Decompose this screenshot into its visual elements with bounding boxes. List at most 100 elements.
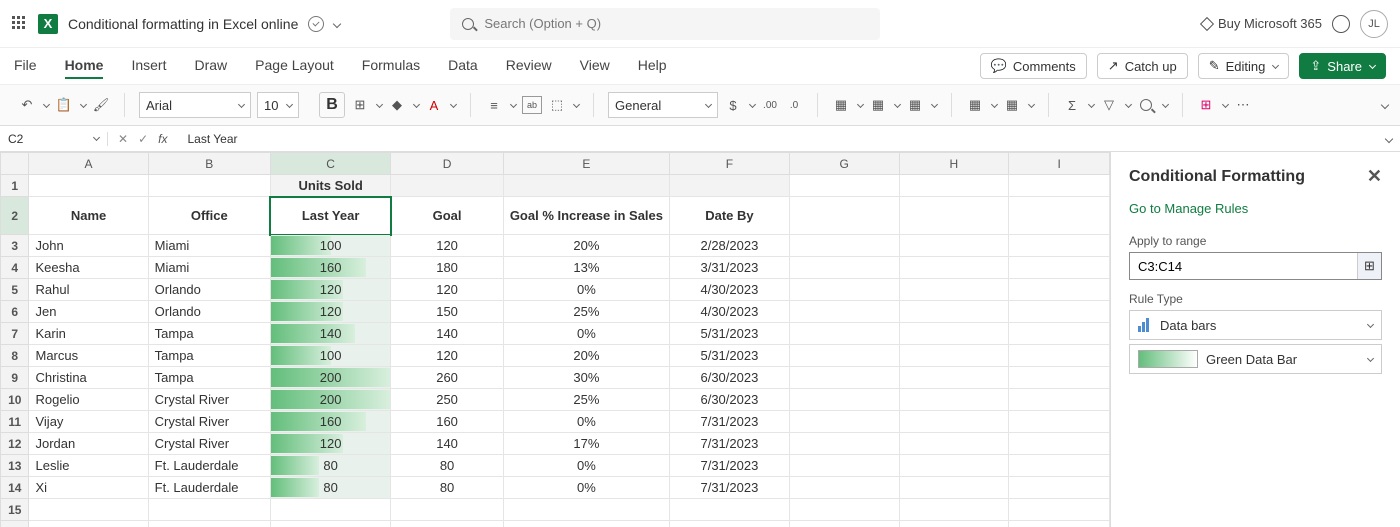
cell-F12[interactable]: 7/31/2023 xyxy=(670,433,790,455)
cell-E5[interactable]: 0% xyxy=(503,279,669,301)
cell-A6[interactable]: Jen xyxy=(29,301,148,323)
cell-B4[interactable]: Miami xyxy=(148,257,270,279)
cell-A2[interactable]: Name xyxy=(29,197,148,235)
cell-A7[interactable]: Karin xyxy=(29,323,148,345)
cell-B6[interactable]: Orlando xyxy=(148,301,270,323)
cell-E6[interactable]: 25% xyxy=(503,301,669,323)
cell-F13[interactable]: 7/31/2023 xyxy=(670,455,790,477)
cell-D13[interactable]: 80 xyxy=(391,455,503,477)
cell-B9[interactable]: Tampa xyxy=(148,367,270,389)
close-pane-icon[interactable]: ✕ xyxy=(1367,166,1382,187)
formula-bar[interactable]: Last Year xyxy=(177,132,1386,146)
cell-D2[interactable]: Goal xyxy=(391,197,503,235)
undo-icon[interactable]: ↶ xyxy=(18,96,36,114)
row-header-2[interactable]: 2 xyxy=(1,197,29,235)
cell-F9[interactable]: 6/30/2023 xyxy=(670,367,790,389)
row-header-1[interactable]: 1 xyxy=(1,175,29,197)
title-dropdown-icon[interactable] xyxy=(333,19,341,27)
cell-E3[interactable]: 20% xyxy=(503,235,669,257)
row-header-9[interactable]: 9 xyxy=(1,367,29,389)
insert-cells-icon[interactable]: ▦ xyxy=(966,96,984,114)
cell-C5[interactable]: 120 xyxy=(270,279,390,301)
paste-icon[interactable]: 📋 xyxy=(55,96,73,114)
font-size-select[interactable]: 10 xyxy=(257,92,299,118)
cell-A11[interactable]: Vijay xyxy=(29,411,148,433)
cell-D14[interactable]: 80 xyxy=(391,477,503,499)
col-header-H[interactable]: H xyxy=(899,153,1009,175)
currency-icon[interactable]: $ xyxy=(724,96,742,114)
cell-A14[interactable]: Xi xyxy=(29,477,148,499)
row-header-10[interactable]: 10 xyxy=(1,389,29,411)
cell-A10[interactable]: Rogelio xyxy=(29,389,148,411)
cell-E13[interactable]: 0% xyxy=(503,455,669,477)
cond-format-icon[interactable]: ▦ xyxy=(832,96,850,114)
row-header-11[interactable]: 11 xyxy=(1,411,29,433)
expand-formula-icon[interactable] xyxy=(1385,134,1393,142)
user-avatar[interactable]: JL xyxy=(1360,10,1388,38)
align-icon[interactable]: ≡ xyxy=(485,96,503,114)
cell-E11[interactable]: 0% xyxy=(503,411,669,433)
tab-draw[interactable]: Draw xyxy=(194,57,227,75)
cell-A12[interactable]: Jordan xyxy=(29,433,148,455)
cell-C6[interactable]: 120 xyxy=(270,301,390,323)
delete-cells-icon[interactable]: ▦ xyxy=(1003,96,1021,114)
col-header-G[interactable]: G xyxy=(789,153,899,175)
cell-F3[interactable]: 2/28/2023 xyxy=(670,235,790,257)
cell-B13[interactable]: Ft. Lauderdale xyxy=(148,455,270,477)
row-header-8[interactable]: 8 xyxy=(1,345,29,367)
cell-E7[interactable]: 0% xyxy=(503,323,669,345)
table-style-icon[interactable]: ▦ xyxy=(869,96,887,114)
cell-B8[interactable]: Tampa xyxy=(148,345,270,367)
col-header-C[interactable]: C xyxy=(270,153,390,175)
cell-F10[interactable]: 6/30/2023 xyxy=(670,389,790,411)
select-all-cell[interactable] xyxy=(1,153,29,175)
tab-view[interactable]: View xyxy=(580,57,610,75)
cell-C2[interactable]: Last Year xyxy=(270,197,390,235)
catch-up-button[interactable]: ↗ Catch up xyxy=(1097,53,1188,79)
comments-button[interactable]: 💬 Comments xyxy=(980,53,1087,79)
cell-C1[interactable]: Units Sold xyxy=(270,175,390,197)
cell-D11[interactable]: 160 xyxy=(391,411,503,433)
manage-rules-link[interactable]: Go to Manage Rules xyxy=(1129,201,1382,216)
cell-C8[interactable]: 100 xyxy=(270,345,390,367)
cell-F14[interactable]: 7/31/2023 xyxy=(670,477,790,499)
row-header-15[interactable]: 15 xyxy=(1,499,29,521)
font-color-icon[interactable]: A xyxy=(425,96,443,114)
fill-color-icon[interactable]: ◆ xyxy=(388,96,406,114)
sort-filter-icon[interactable]: ▽ xyxy=(1100,96,1118,114)
cell-F6[interactable]: 4/30/2023 xyxy=(670,301,790,323)
number-format-select[interactable]: General xyxy=(608,92,718,118)
cell-F11[interactable]: 7/31/2023 xyxy=(670,411,790,433)
buy-365-button[interactable]: Buy Microsoft 365 xyxy=(1202,16,1322,31)
col-header-F[interactable]: F xyxy=(670,153,790,175)
autosum-icon[interactable]: Σ xyxy=(1063,96,1081,114)
cell-B3[interactable]: Miami xyxy=(148,235,270,257)
addins-icon[interactable]: ⊞ xyxy=(1197,96,1215,114)
col-header-I[interactable]: I xyxy=(1009,153,1110,175)
cell-D8[interactable]: 120 xyxy=(391,345,503,367)
cell-D7[interactable]: 140 xyxy=(391,323,503,345)
spreadsheet-grid[interactable]: ABCDEFGHI1Units Sold2NameOfficeLast Year… xyxy=(0,152,1110,527)
col-header-E[interactable]: E xyxy=(503,153,669,175)
tab-data[interactable]: Data xyxy=(448,57,478,75)
cell-A8[interactable]: Marcus xyxy=(29,345,148,367)
cell-C4[interactable]: 160 xyxy=(270,257,390,279)
tab-review[interactable]: Review xyxy=(506,57,552,75)
cell-C10[interactable]: 200 xyxy=(270,389,390,411)
row-header-4[interactable]: 4 xyxy=(1,257,29,279)
cell-F7[interactable]: 5/31/2023 xyxy=(670,323,790,345)
app-launcher-icon[interactable] xyxy=(12,16,28,32)
cell-C13[interactable]: 80 xyxy=(270,455,390,477)
cell-D12[interactable]: 140 xyxy=(391,433,503,455)
cell-D6[interactable]: 150 xyxy=(391,301,503,323)
name-box[interactable]: C2 xyxy=(0,132,108,146)
merge-icon[interactable]: ⬚ xyxy=(548,96,566,114)
cell-D4[interactable]: 180 xyxy=(391,257,503,279)
font-name-select[interactable]: Arial xyxy=(139,92,251,118)
decrease-decimal-icon[interactable]: .00 xyxy=(761,96,779,114)
cell-E14[interactable]: 0% xyxy=(503,477,669,499)
fx-icon[interactable]: fx xyxy=(158,132,167,146)
tab-page-layout[interactable]: Page Layout xyxy=(255,57,334,75)
range-picker-icon[interactable]: ⊞ xyxy=(1357,253,1381,279)
more-icon[interactable]: ⋯ xyxy=(1234,96,1252,114)
